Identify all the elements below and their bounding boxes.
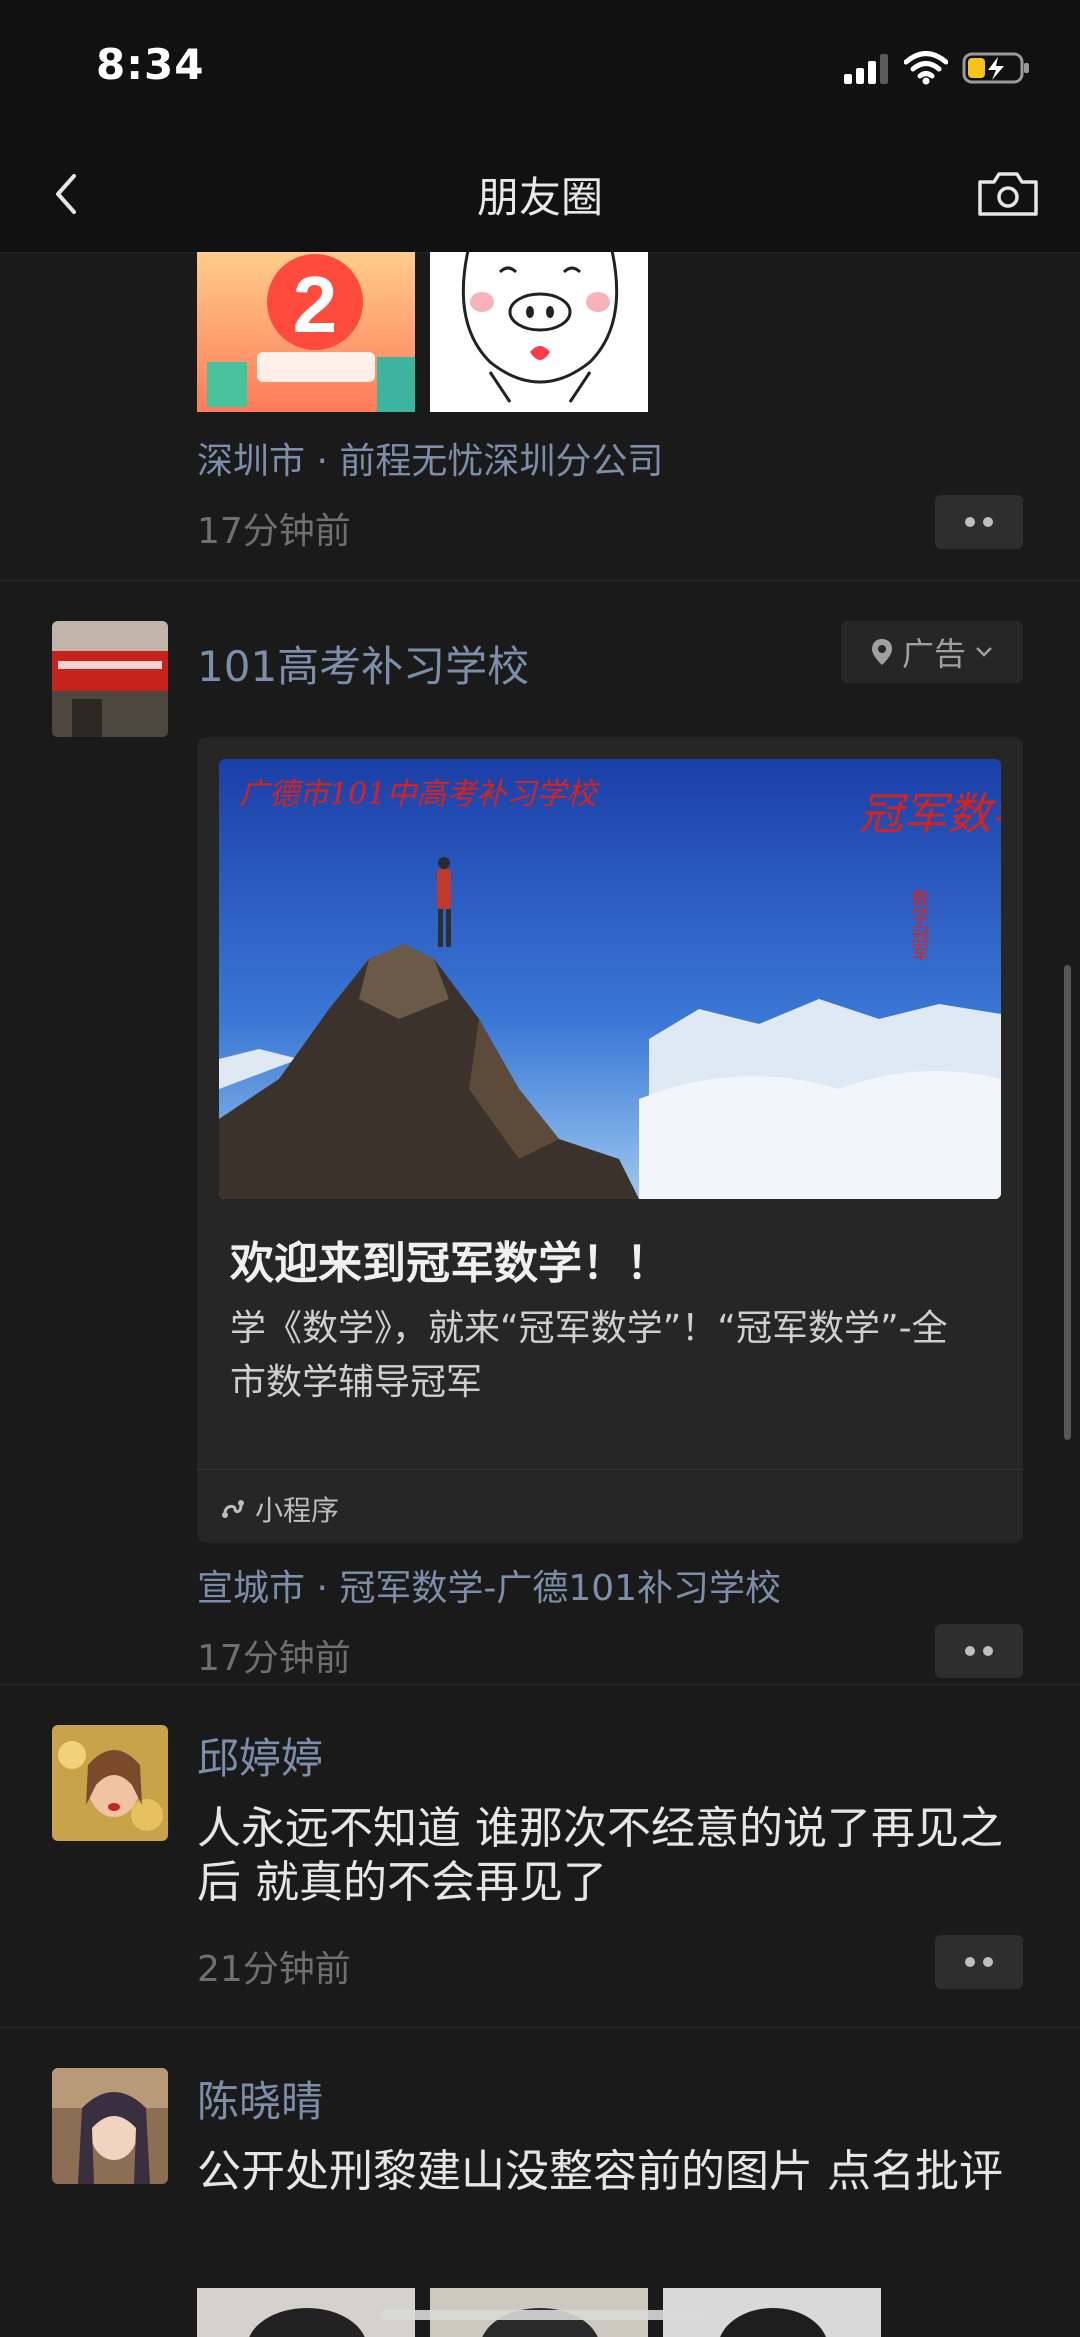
dot-icon — [965, 1957, 975, 1967]
location-pin-icon — [871, 639, 892, 665]
more-actions-button[interactable] — [935, 1624, 1023, 1678]
ad-card[interactable]: 广德市101中高考补习学校 冠军数学 数学冠军 欢迎来到冠军数学！！ 学《数学》… — [197, 737, 1023, 1543]
ad-description: 学《数学》，就来“冠军数学”！“冠军数学”-全市数学辅导冠军 — [230, 1308, 948, 1403]
pig-sticker-image — [461, 252, 619, 403]
ad-label: 广告 — [901, 635, 966, 673]
status-time: 8:34 — [96, 40, 205, 89]
signal-icon — [844, 54, 888, 84]
ad-label-button[interactable]: 广告 — [841, 621, 1023, 683]
mini-program-label-row[interactable]: 小程序 — [219, 1487, 339, 1531]
post-time: 17分钟前 — [197, 511, 351, 552]
status-bar: 8:34 — [0, 0, 1080, 140]
moments-feed[interactable]: 2 深圳市 · 前程无忧深圳分公司 17分钟前 101高考补习学校 广告 广德市… — [0, 252, 1080, 2337]
post-location[interactable]: 宣城市 · 冠军数学-广德101补习学校 — [197, 1559, 781, 1611]
mini-program-icon — [222, 1500, 244, 1518]
more-actions-button[interactable] — [935, 495, 1023, 549]
school-avatar-image — [52, 621, 168, 737]
author-name[interactable]: 邱婷婷 — [197, 1725, 323, 1786]
dot-icon — [983, 1957, 993, 1967]
banner-school-name: 广德市101中高考补习学校 — [239, 777, 600, 812]
post-divider — [0, 2027, 1080, 2028]
mountain-banner-image: 广德市101中高考补习学校 冠军数学 数学冠军 — [219, 759, 1001, 1199]
banner-calligraphy: 冠军数学 — [859, 789, 1001, 840]
status-icons — [844, 48, 1032, 88]
user-avatar-image — [52, 1725, 168, 1841]
post-time: 17分钟前 — [197, 1638, 351, 1679]
post-time: 21分钟前 — [197, 1949, 351, 1990]
wifi-icon — [904, 51, 948, 85]
scrollbar[interactable] — [1064, 965, 1071, 1440]
post-divider — [0, 580, 1080, 581]
promo-image: 2 — [197, 252, 415, 412]
dot-icon — [983, 517, 993, 527]
chevron-down-icon — [976, 647, 992, 657]
dot-icon — [983, 1646, 993, 1656]
post-text: 人永远不知道 谁那次不经意的说了再见之后 就真的不会再见了 — [197, 1803, 1003, 1908]
dot-icon — [965, 517, 975, 527]
page-title: 朋友圈 — [476, 173, 603, 222]
nav-bar: 朋友圈 — [0, 140, 1080, 253]
dot-icon — [965, 1646, 975, 1656]
ad-image[interactable]: 广德市101中高考补习学校 冠军数学 数学冠军 — [219, 759, 1001, 1199]
svg-text:2: 2 — [293, 260, 338, 349]
post-location[interactable]: 深圳市 · 前程无忧深圳分公司 — [197, 432, 663, 484]
ad-title: 欢迎来到冠军数学！！ — [230, 1238, 670, 1289]
post-text: 公开处刑黎建山没整容前的图片 点名批评 — [197, 2146, 1003, 2197]
post-image-1[interactable]: 2 — [197, 252, 415, 412]
post-divider — [0, 1684, 1080, 1685]
avatar[interactable] — [52, 2068, 168, 2184]
mini-program-label: 小程序 — [255, 1494, 340, 1527]
post-image-2[interactable] — [430, 252, 648, 412]
avatar[interactable] — [52, 1725, 168, 1841]
author-name[interactable]: 陈晓晴 — [197, 2068, 323, 2129]
user-avatar-image — [52, 2068, 168, 2184]
camera-button[interactable] — [972, 162, 1044, 226]
home-indicator[interactable] — [380, 2310, 700, 2320]
camera-icon — [978, 172, 1038, 216]
ad-divider — [197, 1469, 1023, 1470]
avatar[interactable] — [52, 621, 168, 737]
banner-vertical-text: 数学冠军 — [909, 889, 930, 961]
author-name[interactable]: 101高考补习学校 — [197, 633, 529, 694]
more-actions-button[interactable] — [935, 1935, 1023, 1989]
battery-charging-icon — [962, 52, 1029, 84]
